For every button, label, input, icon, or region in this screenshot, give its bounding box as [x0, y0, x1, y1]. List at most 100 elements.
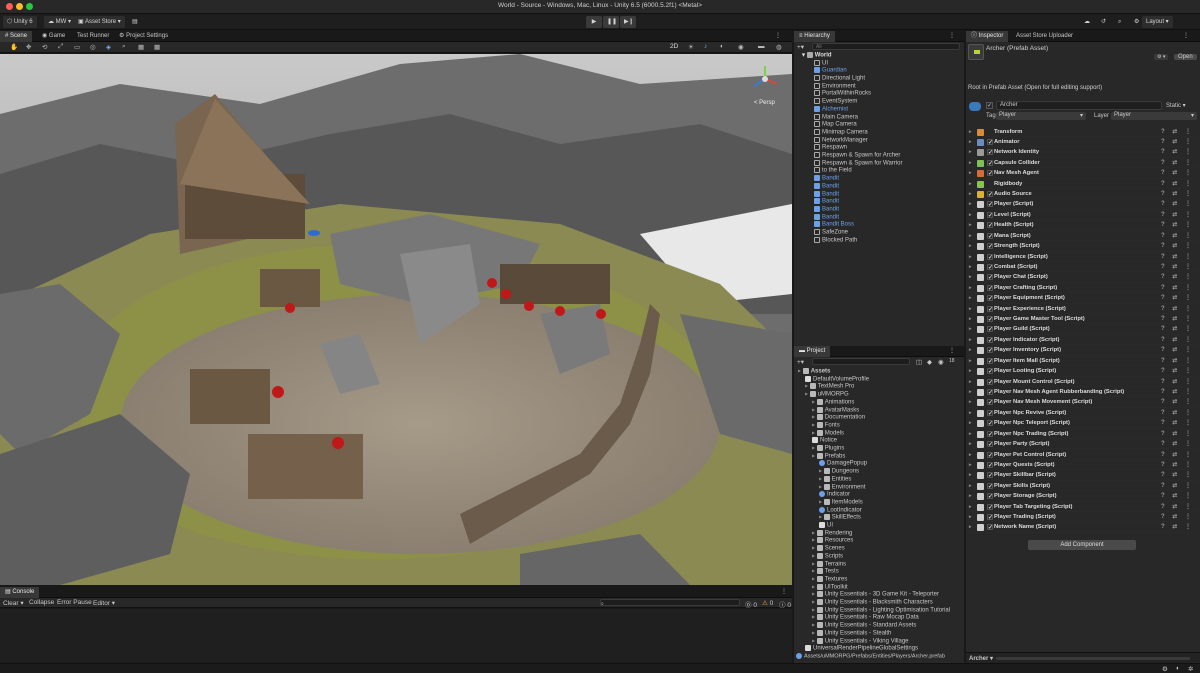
add-icon[interactable]: +▾	[797, 358, 804, 366]
2d-toggle[interactable]: 2D	[670, 43, 678, 50]
expand-arrow-icon[interactable]: ▸	[969, 241, 972, 251]
expand-arrow-icon[interactable]: ▸	[812, 569, 817, 575]
component-header[interactable]: ▸ Player Npc Teleport (Script) ? ⇄ ⋮	[966, 418, 1198, 429]
tag-dropdown[interactable]: Player ▾	[996, 112, 1086, 120]
component-header[interactable]: ▸ Level (Script) ? ⇄ ⋮	[966, 210, 1198, 221]
expand-arrow-icon[interactable]: ▸	[969, 137, 972, 147]
component-enabled-checkbox[interactable]	[987, 159, 993, 169]
filter-icon[interactable]: ◫	[916, 358, 922, 366]
expand-arrow-icon[interactable]: ▸	[812, 553, 817, 559]
expand-arrow-icon[interactable]: ▸	[812, 538, 817, 544]
expand-arrow-icon[interactable]: ▸	[812, 561, 817, 567]
project-item[interactable]: ▸ Unity Essentials - Standard Assets	[812, 622, 960, 630]
unity-account-menu[interactable]: ⬡ Unity 6	[3, 16, 37, 28]
console-editor-dropdown[interactable]: Editor ▾	[93, 599, 115, 607]
console-clear-button[interactable]: Clear ▾	[3, 599, 24, 607]
context-menu-icon[interactable]: ⚙ ▾	[1154, 54, 1169, 60]
hierarchy-item[interactable]: Map Camera	[814, 121, 962, 129]
step-button[interactable]: ▶❙	[620, 16, 636, 28]
component-enabled-checkbox[interactable]	[987, 492, 993, 502]
component-controls-icon[interactable]: ? ⇄ ⋮	[1161, 481, 1194, 491]
component-controls-icon[interactable]: ? ⇄ ⋮	[1161, 168, 1194, 178]
search-icon[interactable]: ⌕	[1114, 16, 1125, 28]
component-enabled-checkbox[interactable]	[987, 357, 993, 367]
expand-arrow-icon[interactable]: ▸	[969, 304, 972, 314]
project-item[interactable]: LootIndicator	[819, 506, 960, 515]
component-enabled-checkbox[interactable]	[987, 409, 993, 419]
component-enabled-checkbox[interactable]	[987, 513, 993, 523]
component-header[interactable]: ▸ Player (Script) ? ⇄ ⋮	[966, 199, 1198, 210]
component-enabled-checkbox[interactable]	[987, 440, 993, 450]
component-controls-icon[interactable]: ? ⇄ ⋮	[1161, 408, 1194, 418]
tab-project-settings[interactable]: ⚙ Project Settings	[114, 31, 173, 42]
scale-tool-icon[interactable]: ⤢	[58, 43, 63, 51]
component-enabled-checkbox[interactable]	[987, 398, 993, 408]
component-controls-icon[interactable]: ? ⇄ ⋮	[1161, 470, 1194, 480]
console-log-count[interactable]: ⓘ 0	[779, 599, 791, 609]
expand-arrow-icon[interactable]: ▸	[969, 189, 972, 199]
component-header[interactable]: ▸ Network Identity ? ⇄ ⋮	[966, 147, 1198, 158]
project-item[interactable]: ▸ Unity Essentials - 3D Game Kit - Telep…	[812, 591, 960, 599]
open-prefab-button[interactable]: Open	[1174, 54, 1197, 60]
expand-arrow-icon[interactable]: ▸	[969, 335, 972, 345]
component-controls-icon[interactable]: ? ⇄ ⋮	[1161, 189, 1194, 199]
component-enabled-checkbox[interactable]	[987, 482, 993, 492]
component-header[interactable]: ▸ Animator ? ⇄ ⋮	[966, 137, 1198, 148]
expand-arrow-icon[interactable]: ▸	[819, 499, 824, 505]
expand-arrow-icon[interactable]: ▸	[969, 450, 972, 460]
grid-snap-icon[interactable]: ▦	[138, 43, 144, 51]
tab-hierarchy[interactable]: ≡ Hierarchy	[794, 31, 835, 42]
component-header[interactable]: ▸ Player Nav Mesh Movement (Script) ? ⇄ ⋮	[966, 397, 1198, 408]
component-header[interactable]: ▸ Audio Source ? ⇄ ⋮	[966, 189, 1198, 200]
component-header[interactable]: ▸ Capsule Collider ? ⇄ ⋮	[966, 158, 1198, 169]
component-controls-icon[interactable]: ? ⇄ ⋮	[1161, 491, 1194, 501]
expand-arrow-icon[interactable]: ▸	[812, 422, 817, 428]
expand-arrow-icon[interactable]: ▸	[969, 252, 972, 262]
component-controls-icon[interactable]: ? ⇄ ⋮	[1161, 241, 1194, 251]
expand-arrow-icon[interactable]: ▸	[969, 272, 972, 282]
hierarchy-item[interactable]: to the Field	[814, 167, 962, 175]
project-search-input[interactable]	[812, 358, 910, 365]
project-item[interactable]: ▸ Scripts	[812, 552, 960, 561]
expand-arrow-icon[interactable]: ▸	[969, 293, 972, 303]
expand-arrow-icon[interactable]: ▸	[969, 470, 972, 480]
component-header[interactable]: ▸ Player Equipment (Script) ? ⇄ ⋮	[966, 293, 1198, 304]
lighting-toggle-icon[interactable]: ☀	[688, 43, 694, 51]
bug-icon[interactable]: ✲	[1188, 665, 1193, 673]
expand-arrow-icon[interactable]: ▸	[969, 512, 972, 522]
camera-settings-icon[interactable]: ▬	[758, 43, 765, 50]
expand-arrow-icon[interactable]: ▸	[812, 576, 817, 582]
panel-menu-icon[interactable]: ⋮	[944, 346, 960, 357]
component-enabled-checkbox[interactable]	[987, 315, 993, 325]
hand-tool-icon[interactable]: ✋	[10, 43, 18, 51]
preview-dropdown[interactable]: Archer ▾	[969, 655, 993, 662]
panel-menu-icon[interactable]: ⋮	[1178, 31, 1194, 42]
project-item[interactable]: DamagePopup	[819, 460, 960, 468]
project-item[interactable]: ▸ UIToolkit	[812, 583, 960, 592]
hierarchy-item[interactable]: Bandit	[814, 175, 962, 183]
component-controls-icon[interactable]: ? ⇄ ⋮	[1161, 418, 1194, 428]
component-enabled-checkbox[interactable]	[987, 169, 993, 179]
component-enabled-checkbox[interactable]	[987, 190, 993, 200]
expand-arrow-icon[interactable]: ▸	[969, 147, 972, 157]
expand-arrow-icon[interactable]: ▸	[812, 592, 817, 598]
project-item[interactable]: ▸ Prefabs	[812, 452, 960, 461]
hierarchy-item[interactable]: Guardian	[814, 67, 962, 75]
component-header[interactable]: ▸ Player Trading (Script) ? ⇄ ⋮	[966, 512, 1198, 523]
active-checkbox[interactable]: ✓	[986, 102, 993, 109]
component-controls-icon[interactable]: ? ⇄ ⋮	[1161, 366, 1194, 376]
transform-tool-icon[interactable]: ◎	[90, 43, 96, 51]
component-header[interactable]: ▸ Player Crafting (Script) ? ⇄ ⋮	[966, 283, 1198, 294]
project-item[interactable]: ▸ Unity Essentials - Lighting Optimisati…	[812, 606, 960, 615]
console-error-pause-button[interactable]: Error Pause	[57, 599, 92, 606]
hierarchy-item[interactable]: Bandit Boss	[814, 221, 962, 229]
label-icon[interactable]: ◆	[927, 358, 932, 366]
component-enabled-checkbox[interactable]	[987, 503, 993, 513]
component-controls-icon[interactable]: ? ⇄ ⋮	[1161, 179, 1194, 189]
expand-arrow-icon[interactable]: ▸	[812, 430, 817, 436]
project-item[interactable]: ▸ SkillEffects	[819, 514, 960, 522]
expand-arrow-icon[interactable]: ▸	[969, 283, 972, 293]
expand-arrow-icon[interactable]: ▸	[969, 377, 972, 387]
expand-arrow-icon[interactable]: ▸	[805, 384, 810, 390]
expand-arrow-icon[interactable]: ▸	[969, 127, 972, 137]
